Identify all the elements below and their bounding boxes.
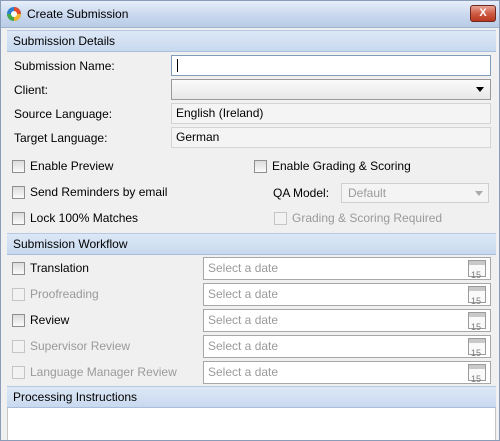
date-placeholder: Select a date	[208, 313, 279, 327]
source-language-field: English (Ireland)	[171, 103, 491, 124]
app-icon	[7, 7, 21, 21]
submission-details-header: Submission Details	[7, 30, 496, 52]
send-reminders-checkbox[interactable]	[12, 186, 25, 199]
processing-instructions-textarea[interactable]	[7, 408, 496, 440]
client-label: Client:	[14, 83, 49, 97]
proofreading-label: Proofreading	[30, 287, 99, 301]
calendar-icon[interactable]: 15	[468, 338, 486, 358]
chevron-down-icon[interactable]	[476, 87, 484, 92]
translation-date-field[interactable]: Select a date 15	[203, 257, 491, 280]
qa-model-value: Default	[348, 186, 387, 200]
text-caret	[177, 59, 178, 72]
translation-label: Translation	[30, 261, 89, 275]
target-language-field: German	[171, 127, 491, 148]
date-placeholder: Select a date	[208, 365, 279, 379]
enable-preview-label: Enable Preview	[30, 159, 114, 173]
date-placeholder: Select a date	[208, 261, 279, 275]
title-bar[interactable]: Create Submission X	[1, 1, 499, 28]
translation-checkbox[interactable]	[12, 262, 25, 275]
review-checkbox[interactable]	[12, 314, 25, 327]
grading-required-checkbox[interactable]	[274, 212, 287, 225]
date-placeholder: Select a date	[208, 339, 279, 353]
calendar-icon[interactable]: 15	[468, 286, 486, 306]
enable-grading-checkbox[interactable]	[254, 160, 267, 173]
qa-model-label: QA Model:	[273, 186, 330, 200]
submission-name-input[interactable]	[171, 55, 491, 76]
lock-matches-checkbox[interactable]	[12, 212, 25, 225]
target-language-label: Target Language:	[14, 131, 108, 145]
close-button[interactable]: X	[470, 5, 496, 22]
qa-model-select[interactable]: Default	[341, 183, 489, 203]
language-manager-review-checkbox[interactable]	[12, 366, 25, 379]
supervisor-review-date-field[interactable]: Select a date 15	[203, 335, 491, 358]
supervisor-review-label: Supervisor Review	[30, 339, 131, 353]
submission-name-label: Submission Name:	[14, 59, 115, 73]
date-placeholder: Select a date	[208, 287, 279, 301]
chevron-down-icon[interactable]	[475, 191, 483, 196]
proofreading-date-field[interactable]: Select a date 15	[203, 283, 491, 306]
enable-grading-label: Enable Grading & Scoring	[272, 159, 411, 173]
calendar-icon[interactable]: 15	[468, 364, 486, 384]
client-select[interactable]	[171, 79, 491, 100]
processing-instructions-header: Processing Instructions	[7, 386, 496, 408]
review-date-field[interactable]: Select a date 15	[203, 309, 491, 332]
window-title: Create Submission	[27, 7, 129, 21]
lock-matches-label: Lock 100% Matches	[30, 211, 139, 225]
grading-required-label: Grading & Scoring Required	[292, 211, 443, 225]
submission-workflow-header: Submission Workflow	[7, 233, 496, 255]
create-submission-window: Create Submission X Submission Details S…	[0, 0, 500, 441]
calendar-icon[interactable]: 15	[468, 312, 486, 332]
calendar-icon[interactable]: 15	[468, 260, 486, 280]
enable-preview-checkbox[interactable]	[12, 160, 25, 173]
proofreading-checkbox[interactable]	[12, 288, 25, 301]
review-label: Review	[30, 313, 70, 327]
language-manager-review-label: Language Manager Review	[30, 365, 177, 379]
source-language-label: Source Language:	[14, 107, 113, 121]
supervisor-review-checkbox[interactable]	[12, 340, 25, 353]
send-reminders-label: Send Reminders by email	[30, 185, 168, 199]
language-manager-review-date-field[interactable]: Select a date 15	[203, 361, 491, 384]
